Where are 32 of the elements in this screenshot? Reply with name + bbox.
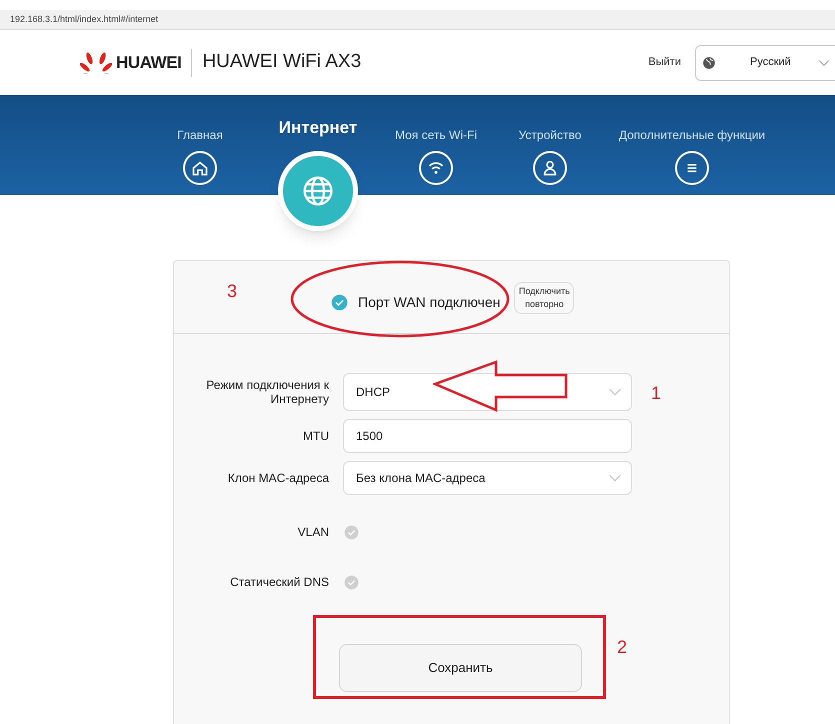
field-label: Клон MAC-адреса <box>226 471 329 485</box>
annotation-number: 1 <box>651 382 662 405</box>
field-label: MTU <box>302 429 329 443</box>
annotation-number: 3 <box>227 280 238 303</box>
select-field[interactable]: Без клона MAC-адреса <box>343 461 632 495</box>
nav-tab[interactable]: Главная <box>177 126 223 144</box>
checkbox[interactable] <box>344 574 359 590</box>
annotation-number: 2 <box>617 636 628 659</box>
nav-icon-button[interactable] <box>183 151 217 185</box>
logo-icon <box>80 52 112 74</box>
nav-tab[interactable]: Устройство <box>518 126 582 144</box>
logout-link[interactable]: Выйти <box>648 54 681 71</box>
checkbox[interactable] <box>344 524 359 540</box>
nav-tab[interactable]: Дополнительные функции <box>618 126 766 144</box>
save-button[interactable]: Сохранить <box>339 644 582 692</box>
field-label: VLAN <box>296 525 329 539</box>
nav-icon-button[interactable] <box>419 151 453 185</box>
status-text: Порт WAN подключен <box>358 292 500 312</box>
select-field[interactable]: DHCP <box>343 373 632 411</box>
language-select[interactable]: Русский <box>695 44 835 80</box>
input-field[interactable]: 1500 <box>343 419 632 453</box>
nav-icon-button[interactable] <box>675 151 709 185</box>
product-name: HUAWEI WiFi AX3 <box>202 50 362 74</box>
nav-tab[interactable]: Интернет <box>278 115 358 140</box>
nav-icon-button[interactable] <box>533 151 567 185</box>
reconnect-button[interactable]: Подключить повторно <box>514 282 574 314</box>
field-label: Режим подключения к Интернету <box>205 378 329 406</box>
address-bar[interactable]: 192.168.3.1/html/index.html#/internet <box>0 10 835 30</box>
field-label: Статический DNS <box>229 575 329 589</box>
globe-icon <box>702 56 716 70</box>
nav-tab[interactable]: Моя сеть Wi-Fi <box>395 126 477 144</box>
brand-name: HUAWEI <box>116 52 182 74</box>
